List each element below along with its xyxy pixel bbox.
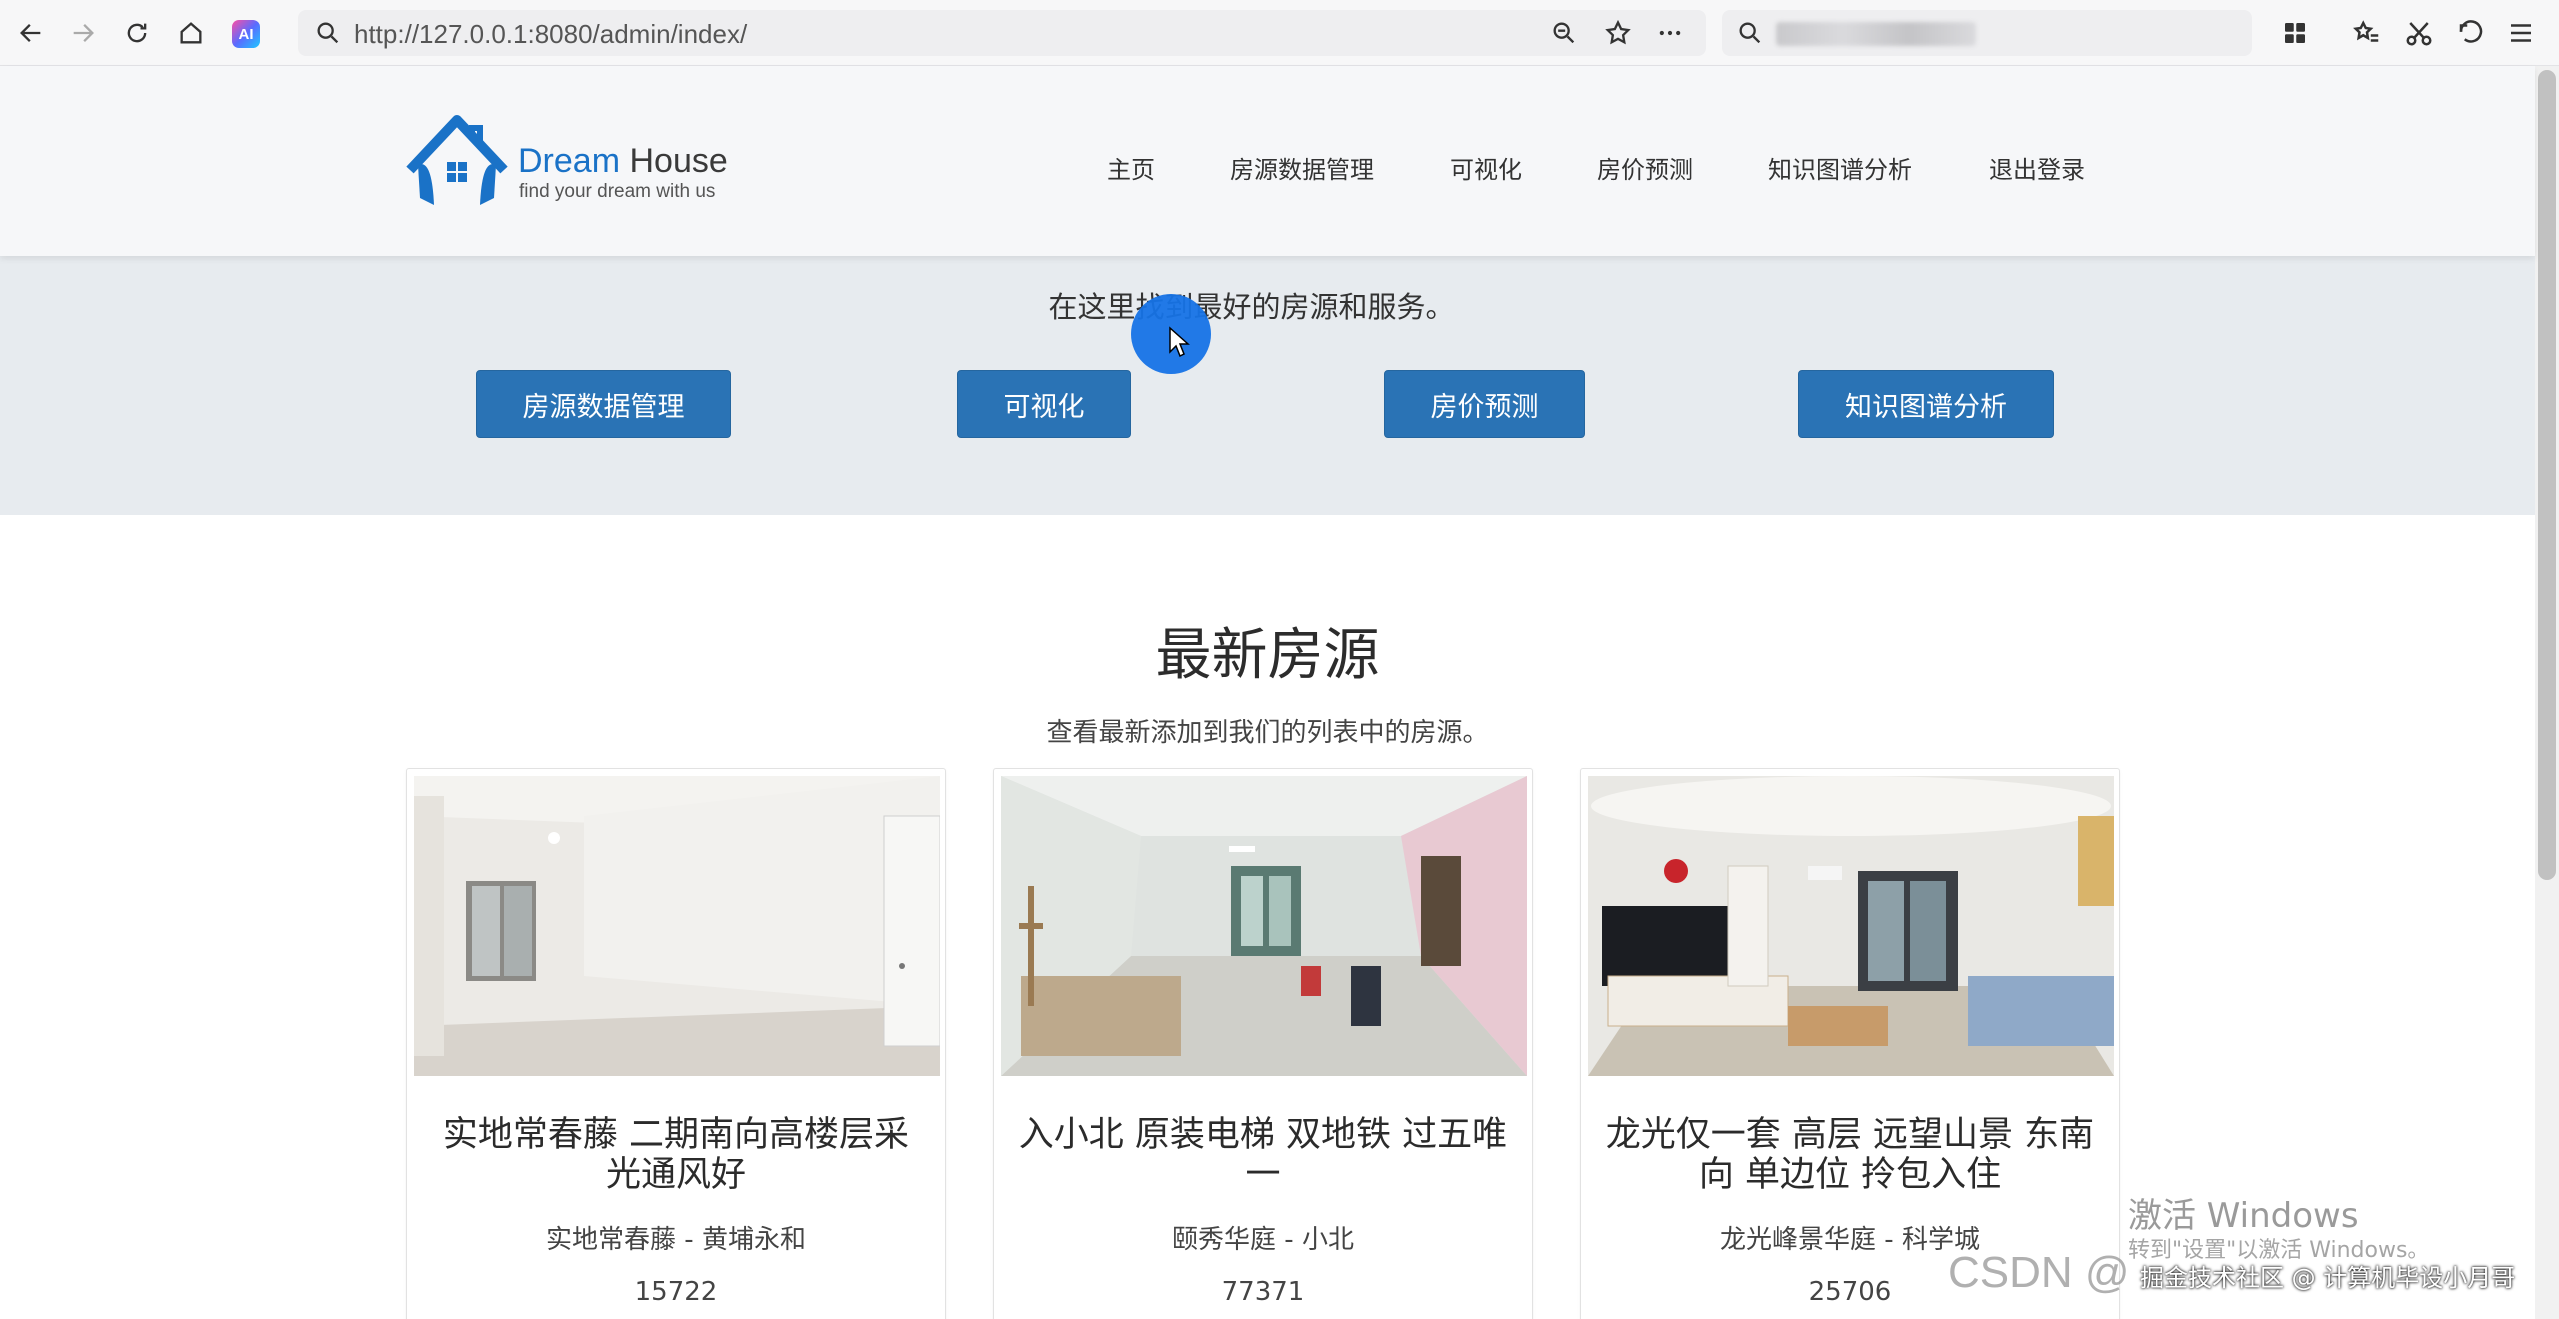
nav-logout[interactable]: 退出登录 [1989,150,2085,185]
more-options-icon[interactable] [1656,19,1684,47]
csdn-watermark: CSDN @ [1948,1248,2130,1297]
hero-text: 在这里找到最好的房源和服务。 [1048,290,1455,324]
hero-button-price-prediction[interactable]: 房价预测 [1384,370,1585,438]
dream-house-logo-icon[interactable] [402,110,512,210]
reload-icon[interactable] [120,16,154,50]
favorites-icon[interactable] [2352,18,2382,48]
listing-photo[interactable] [1001,776,1527,1076]
address-bar[interactable]: http://127.0.0.1:8080/admin/index/ [298,10,1706,56]
latest-listings-title: 最新房源 [1155,623,1380,688]
mouse-cursor-icon [1169,326,1190,358]
forward-icon[interactable] [66,16,100,50]
search-icon [1736,19,1764,47]
search-icon [314,19,342,47]
home-icon[interactable] [174,16,208,50]
nav-price-prediction[interactable]: 房价预测 [1597,150,1693,185]
listing-card[interactable]: 入小北 原装电梯 双地铁 过五唯一 颐秀华庭 - 小北 77371 [993,768,1533,1319]
back-icon[interactable] [14,16,48,50]
brand-name-dream: Dream [518,142,621,180]
scissors-icon[interactable] [2404,18,2434,48]
brand-tagline: find your dream with us [519,181,716,202]
hero-button-knowledge-graph[interactable]: 知识图谱分析 [1798,370,2054,438]
listing-price: 15722 [634,1277,718,1307]
listing-location: 实地常春藤 - 黄埔永和 [546,1225,806,1255]
menu-icon[interactable] [2506,18,2536,48]
listing-price: 77371 [1221,1277,1305,1307]
listing-title[interactable]: 入小北 原装电梯 双地铁 过五唯一 [1014,1115,1512,1195]
ai-assistant-icon[interactable]: AI [232,20,260,48]
listing-title[interactable]: 龙光仅一套 高层 远望山景 东南向 单边位 拎包入住 [1601,1115,2099,1195]
page-scrollbar-thumb[interactable] [2538,70,2556,880]
browser-toolbar: AI http://127.0.0.1:8080/admin/index/ [0,0,2559,66]
brand-name-house: House [629,142,728,180]
zoom-out-icon[interactable] [1550,19,1578,47]
nav-home[interactable]: 主页 [1107,150,1155,185]
site-header: Dream House find your dream with us 主页 房… [0,66,2535,256]
nav-visualization[interactable]: 可视化 [1450,150,1522,185]
apps-grid-icon[interactable] [2280,18,2310,48]
blurred-search-text [1776,22,1976,46]
windows-activation-watermark: 激活 Windows [2128,1196,2359,1236]
listing-photo[interactable] [414,776,940,1076]
star-bookmark-icon[interactable] [1604,19,1632,47]
listing-card[interactable]: 龙光仅一套 高层 远望山景 东南向 单边位 拎包入住 龙光峰景华庭 - 科学城 … [1580,768,2120,1319]
latest-listings-subtitle: 查看最新添加到我们的列表中的房源。 [1046,718,1489,748]
brand-name[interactable]: Dream House [518,142,728,181]
juejin-watermark: 掘金技术社区 @ 计算机毕设小月哥 [2140,1264,2516,1292]
hero-button-listing-management[interactable]: 房源数据管理 [476,370,731,438]
browser-search-box[interactable] [1722,10,2252,56]
listing-card[interactable]: 实地常春藤 二期南向高楼层采光通风好 实地常春藤 - 黄埔永和 15722 [406,768,946,1319]
nav-listing-management[interactable]: 房源数据管理 [1230,150,1374,185]
hero-banner: 在这里找到最好的房源和服务。 房源数据管理 可视化 房价预测 知识图谱分析 [0,256,2535,515]
hero-button-visualization[interactable]: 可视化 [957,370,1131,438]
nav-knowledge-graph[interactable]: 知识图谱分析 [1768,150,1912,185]
listing-location: 颐秀华庭 - 小北 [1172,1225,1354,1255]
undo-icon[interactable] [2456,18,2486,48]
listing-photo[interactable] [1588,776,2114,1076]
url-text[interactable]: http://127.0.0.1:8080/admin/index/ [354,19,747,50]
listing-title[interactable]: 实地常春藤 二期南向高楼层采光通风好 [427,1115,925,1195]
